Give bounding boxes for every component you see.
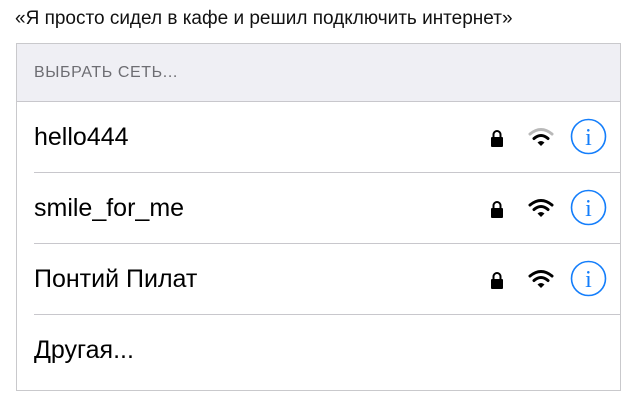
wifi-icon (528, 199, 554, 217)
info-icon[interactable]: i (570, 118, 607, 155)
svg-text:i: i (585, 267, 592, 293)
svg-text:i: i (585, 196, 592, 222)
network-name: smile_for_me (34, 194, 185, 222)
info-icon[interactable]: i (570, 189, 607, 226)
wifi-icon (528, 270, 554, 288)
lock-icon (491, 201, 503, 218)
other-network-row[interactable]: Другая... (17, 315, 620, 386)
network-name: hello444 (34, 123, 129, 151)
network-row-hello444[interactable]: hello444 i (17, 102, 620, 173)
network-row-pontiy-pilat[interactable]: Понтий Пилат i (17, 244, 620, 315)
lock-icon (491, 272, 503, 289)
caption: «Я просто сидел в кафе и решил подключит… (15, 8, 513, 29)
choose-network-header: ВЫБРАТЬ СЕТЬ... (17, 44, 620, 102)
page: «Я просто сидел в кафе и решил подключит… (0, 0, 635, 408)
svg-text:i: i (585, 125, 592, 151)
wifi-icon (528, 128, 554, 146)
network-row-smile_for_me[interactable]: smile_for_me i (17, 173, 620, 244)
wifi-network-list: ВЫБРАТЬ СЕТЬ... hello444 i smile_for_me (16, 43, 621, 391)
other-network-label: Другая... (34, 336, 134, 364)
network-name: Понтий Пилат (34, 265, 198, 293)
lock-icon (491, 130, 503, 147)
info-icon[interactable]: i (570, 260, 607, 297)
